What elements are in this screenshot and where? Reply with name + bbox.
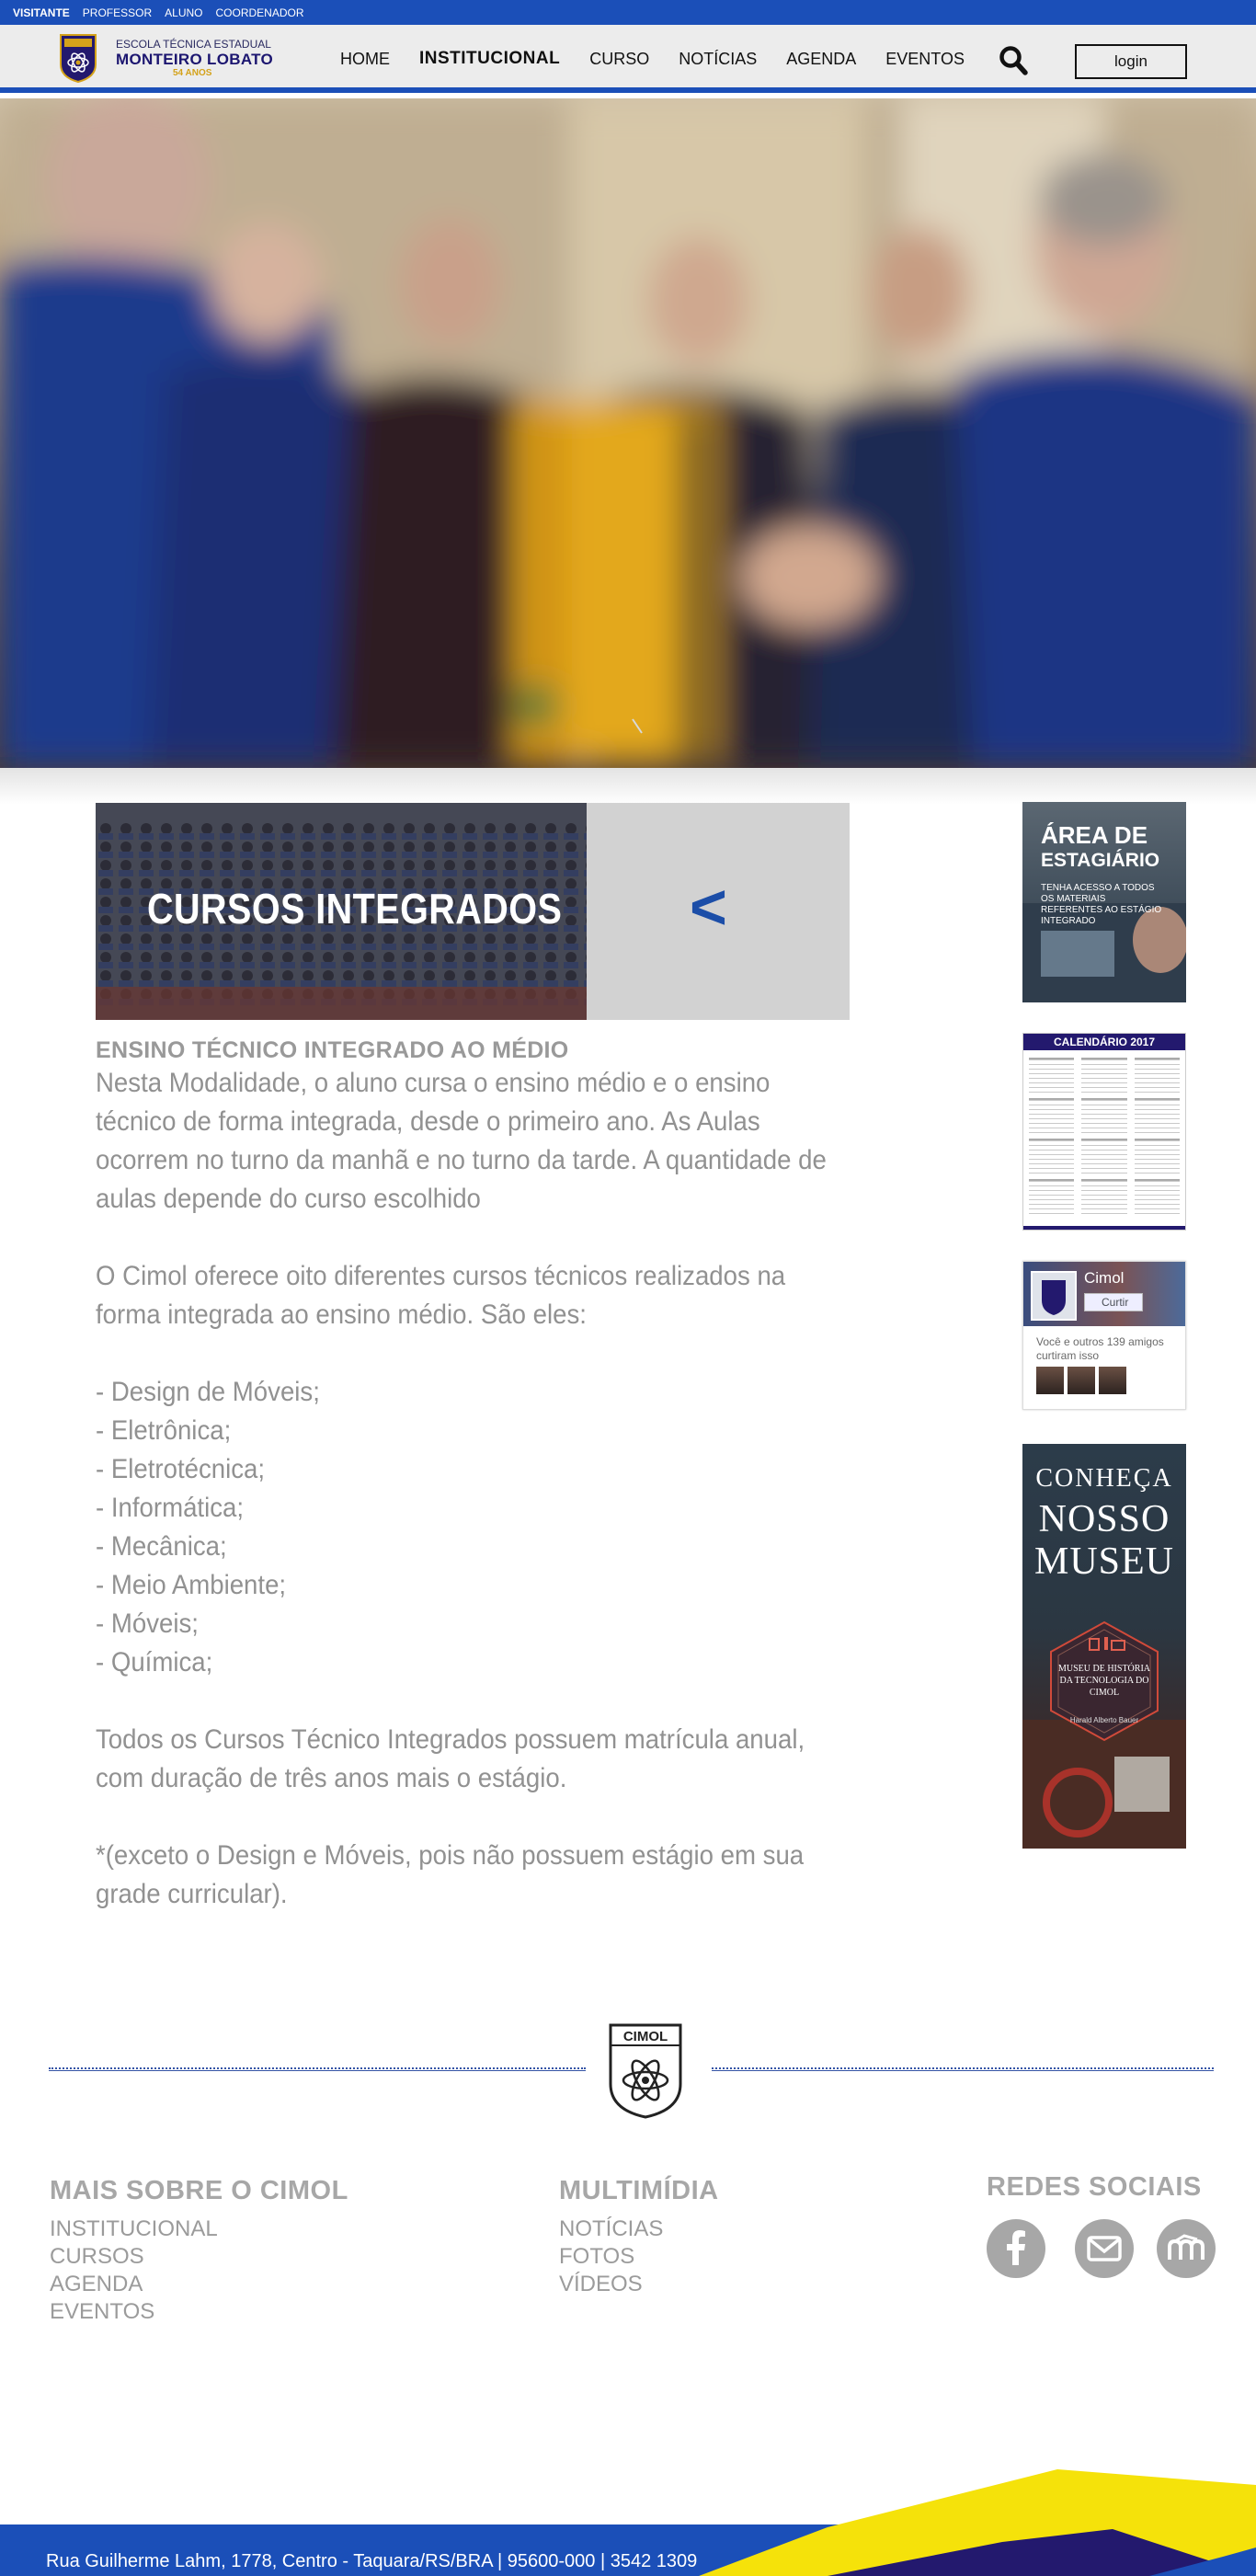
- footer-link-fotos[interactable]: FOTOS: [559, 2243, 719, 2271]
- footer-col2-title: MULTIMÍDIA: [559, 2176, 719, 2205]
- nav-curso[interactable]: CURSO: [589, 50, 649, 69]
- museu-line1: CONHEÇA: [1035, 1464, 1173, 1493]
- article-body: Nesta Modalidade, o aluno cursa o ensino…: [96, 1064, 849, 1914]
- article-subtitle: ENSINO TÉCNICO INTEGRADO AO MÉDIO: [96, 1037, 569, 1063]
- top-link-aluno[interactable]: ALUNO: [165, 6, 202, 19]
- course-item: - Design de Móveis;: [96, 1377, 320, 1407]
- footer-bottom-bar: Rua Guilherme Lahm, 1778, Centro - Taqua…: [0, 2465, 1256, 2576]
- previous-arrow-icon[interactable]: <: [690, 875, 727, 939]
- course-item: - Eletrotécnica;: [96, 1454, 266, 1484]
- footer-logo-text: CIMOL: [623, 2029, 668, 2044]
- login-button[interactable]: login: [1075, 44, 1187, 79]
- article-note: *(exceto o Design e Móveis, pois não pos…: [96, 1840, 805, 1909]
- banner-nav-panel: <: [587, 803, 850, 1020]
- facebook-cover: Cimol Curtir: [1023, 1262, 1185, 1326]
- avatar[interactable]: [1036, 1367, 1064, 1394]
- article-offer: O Cimol oferece oito diferentes cursos t…: [96, 1261, 786, 1330]
- estagiario-title2: ESTAGIÁRIO: [1041, 850, 1160, 871]
- footer-col1-title: MAIS SOBRE O CIMOL: [50, 2176, 348, 2205]
- hero-divider: [0, 768, 1256, 805]
- school-anniversary: 54 ANOS: [173, 68, 212, 78]
- facebook-friends-text: Você e outros 139 amigos curtiram isso: [1036, 1335, 1164, 1362]
- course-item: - Mecânica;: [96, 1531, 227, 1562]
- hero-image: [0, 98, 1256, 768]
- museu-line2: NOSSO: [1038, 1498, 1170, 1540]
- course-item: - Química;: [96, 1647, 213, 1677]
- facebook-icon[interactable]: [987, 2219, 1045, 2278]
- museu-banner[interactable]: CONHEÇA NOSSO MUSEU MUSEU DE HISTÓRIA DA…: [1022, 1444, 1186, 1849]
- nav-home[interactable]: HOME: [340, 50, 390, 69]
- nav-eventos[interactable]: EVENTOS: [885, 50, 965, 69]
- calendar-widget[interactable]: CALENDÁRIO 2017: [1022, 1033, 1186, 1231]
- nav-institucional[interactable]: INSTITUCIONAL: [419, 49, 560, 69]
- email-icon[interactable]: [1075, 2219, 1134, 2278]
- footer-link-eventos[interactable]: EVENTOS: [50, 2298, 348, 2326]
- search-icon[interactable]: [999, 45, 1028, 76]
- school-name-line1: ESCOLA TÉCNICA ESTADUAL: [116, 38, 271, 51]
- school-name-line2: MONTEIRO LOBATO: [116, 51, 274, 68]
- school-name[interactable]: ESCOLA TÉCNICA ESTADUAL MONTEIRO LOBATO …: [116, 38, 273, 78]
- top-link-visitante[interactable]: VISITANTE: [13, 6, 70, 19]
- footer-col-redes-sociais: REDES SOCIAIS: [987, 2172, 1202, 2212]
- course-item: - Informática;: [96, 1493, 245, 1523]
- footer-col-mais-sobre: MAIS SOBRE O CIMOL INSTITUCIONAL CURSOS …: [50, 2176, 348, 2326]
- top-user-bar: VISITANTE PROFESSOR ALUNO COORDENADOR: [0, 0, 1256, 25]
- top-link-coordenador[interactable]: COORDENADOR: [215, 6, 303, 19]
- facebook-like-button[interactable]: Curtir: [1084, 1293, 1143, 1311]
- courses-banner-image: CURSOS INTEGRADOS: [96, 803, 587, 1020]
- avatar[interactable]: [1099, 1367, 1126, 1394]
- avatar[interactable]: [1068, 1367, 1095, 1394]
- article-content: ENSINO TÉCNICO INTEGRADO AO MÉDIO Nesta …: [96, 1037, 850, 1914]
- course-item: - Eletrônica;: [96, 1415, 232, 1446]
- banner-title: CURSOS INTEGRADOS: [147, 885, 563, 933]
- museu-badge-text: MUSEU DE HISTÓRIA DA TECNOLOGIA DO CIMOL: [1058, 1664, 1150, 1698]
- calendar-title: CALENDÁRIO 2017: [1023, 1034, 1185, 1050]
- nav-agenda[interactable]: AGENDA: [786, 50, 856, 69]
- site-header: ESCOLA TÉCNICA ESTADUAL MONTEIRO LOBATO …: [0, 25, 1256, 93]
- footer-address: Rua Guilherme Lahm, 1778, Centro - Taqua…: [46, 2551, 698, 2571]
- footer-link-noticias[interactable]: NOTÍCIAS: [559, 2215, 719, 2243]
- footer-link-agenda[interactable]: AGENDA: [50, 2271, 348, 2298]
- top-link-professor[interactable]: PROFESSOR: [83, 6, 152, 19]
- estagiario-text: TENHA ACESSO A TODOS OS MATERIAIS REFERE…: [1041, 883, 1162, 926]
- museu-badge-subtext: Harald Alberto Bauer: [1069, 1716, 1139, 1724]
- footer-col-multimidia: MULTIMÍDIA NOTÍCIAS FOTOS VÍDEOS: [559, 2176, 719, 2298]
- main-nav: HOME INSTITUCIONAL CURSO NOTÍCIAS AGENDA…: [340, 25, 994, 93]
- moodle-icon[interactable]: [1157, 2219, 1216, 2278]
- footer-divider-left: [49, 2067, 586, 2071]
- footer-link-institucional[interactable]: INSTITUCIONAL: [50, 2215, 348, 2243]
- facebook-friend-avatars: [1023, 1367, 1185, 1394]
- footer-col3-title: REDES SOCIAIS: [987, 2172, 1202, 2202]
- facebook-widget: Cimol Curtir Você e outros 139 amigos cu…: [1022, 1261, 1186, 1410]
- calendar-months: [1023, 1050, 1185, 1221]
- footer-logo[interactable]: CIMOL: [607, 2021, 684, 2121]
- estagiario-banner[interactable]: ÁREA DE ESTAGIÁRIO TENHA ACESSO A TODOS …: [1022, 802, 1186, 1002]
- nav-noticias[interactable]: NOTÍCIAS: [679, 50, 757, 69]
- footer-link-cursos[interactable]: CURSOS: [50, 2243, 348, 2271]
- footer-link-videos[interactable]: VÍDEOS: [559, 2271, 719, 2298]
- footer-divider-right: [712, 2067, 1214, 2071]
- course-item: - Móveis;: [96, 1609, 199, 1639]
- estagiario-title1: ÁREA DE: [1041, 821, 1148, 849]
- museu-line3: MUSEU: [1033, 1540, 1175, 1583]
- course-item: - Meio Ambiente;: [96, 1570, 287, 1600]
- facebook-page-avatar[interactable]: [1031, 1271, 1077, 1321]
- article-intro: Nesta Modalidade, o aluno cursa o ensino…: [96, 1068, 827, 1214]
- article-duration: Todos os Cursos Técnico Integrados possu…: [96, 1724, 805, 1793]
- hero-photo: [0, 98, 1256, 768]
- school-logo[interactable]: [59, 33, 97, 83]
- facebook-page-name[interactable]: Cimol: [1084, 1269, 1124, 1288]
